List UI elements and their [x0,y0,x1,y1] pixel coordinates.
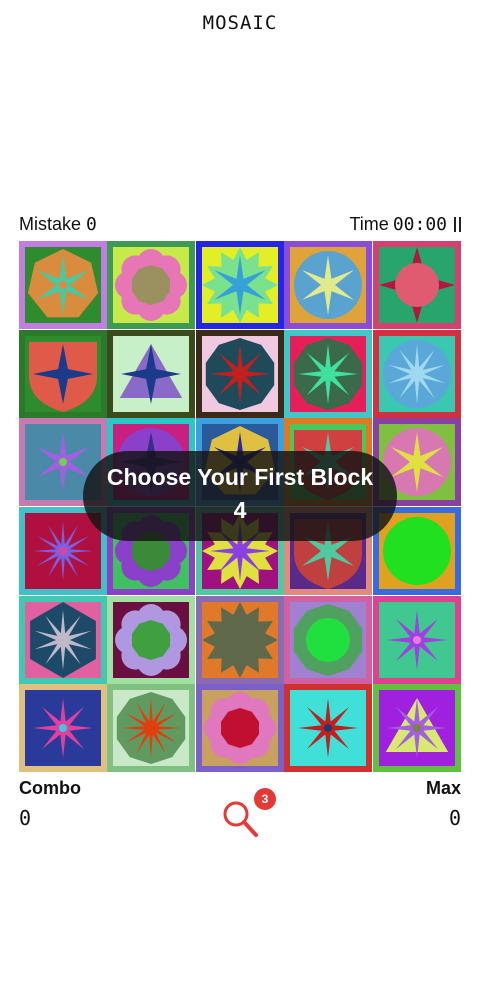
mosaic-tile[interactable] [107,595,196,684]
mosaic-tile[interactable] [284,595,373,684]
combo-label: Combo [19,778,81,798]
mosaic-tile[interactable] [372,241,461,329]
tile-pattern [19,241,107,329]
overlay-countdown: 4 [233,497,247,523]
overlay-message: Choose Your First Block [106,464,374,490]
start-overlay: Choose Your First Block 4 [83,451,397,541]
tile-pattern [284,329,373,418]
mosaic-tile[interactable] [195,684,284,773]
mistake-counter: Mistake 0 [19,214,97,235]
tile-pattern [19,684,107,773]
mosaic-tile[interactable] [284,241,373,329]
mosaic-tile[interactable] [195,329,284,418]
mosaic-tile[interactable] [372,595,461,684]
tile-pattern [284,595,373,684]
mosaic-tile[interactable] [19,595,107,684]
pause-icon[interactable] [454,217,461,232]
tile-pattern [284,684,373,773]
tile-pattern [195,684,284,773]
max-value: 0 [448,806,461,830]
tile-pattern [372,329,461,418]
tile-pattern [195,595,284,684]
combo-value: 0 [19,806,32,830]
tile-pattern [107,329,196,418]
time-value: 00:00 [392,214,447,235]
mosaic-tile[interactable] [107,684,196,773]
app-title: MOSAIC [202,12,278,34]
tile-pattern [195,241,284,329]
mosaic-tile[interactable] [372,329,461,418]
hint-button[interactable]: 3 [220,788,280,837]
tile-pattern [372,595,461,684]
tile-pattern [19,329,107,418]
timer: Time 00:00 [349,214,461,235]
mosaic-tile[interactable] [107,241,196,329]
mosaic-tile[interactable] [195,595,284,684]
tile-pattern [107,595,196,684]
mosaic-tile[interactable] [19,329,107,418]
tile-pattern [372,684,461,773]
tile-pattern [284,241,373,329]
tile-pattern [19,595,107,684]
time-label: Time [349,214,389,234]
mosaic-tile[interactable] [107,329,196,418]
tile-pattern [107,684,196,773]
mosaic-tile[interactable] [284,684,373,773]
tile-pattern [372,241,461,329]
mosaic-tile[interactable] [19,684,107,773]
mosaic-tile[interactable] [284,329,373,418]
max-label: Max [425,778,461,798]
stats-row: Mistake 0 Time 00:00 [19,214,461,238]
mistake-value: 0 [86,214,97,235]
hint-count-badge: 3 [254,788,276,810]
mosaic-tile[interactable] [19,241,107,329]
mosaic-tile[interactable] [372,684,461,773]
tile-pattern [195,329,284,418]
mistake-label: Mistake [19,214,82,234]
mosaic-tile[interactable] [195,241,284,329]
tile-pattern [107,241,196,329]
